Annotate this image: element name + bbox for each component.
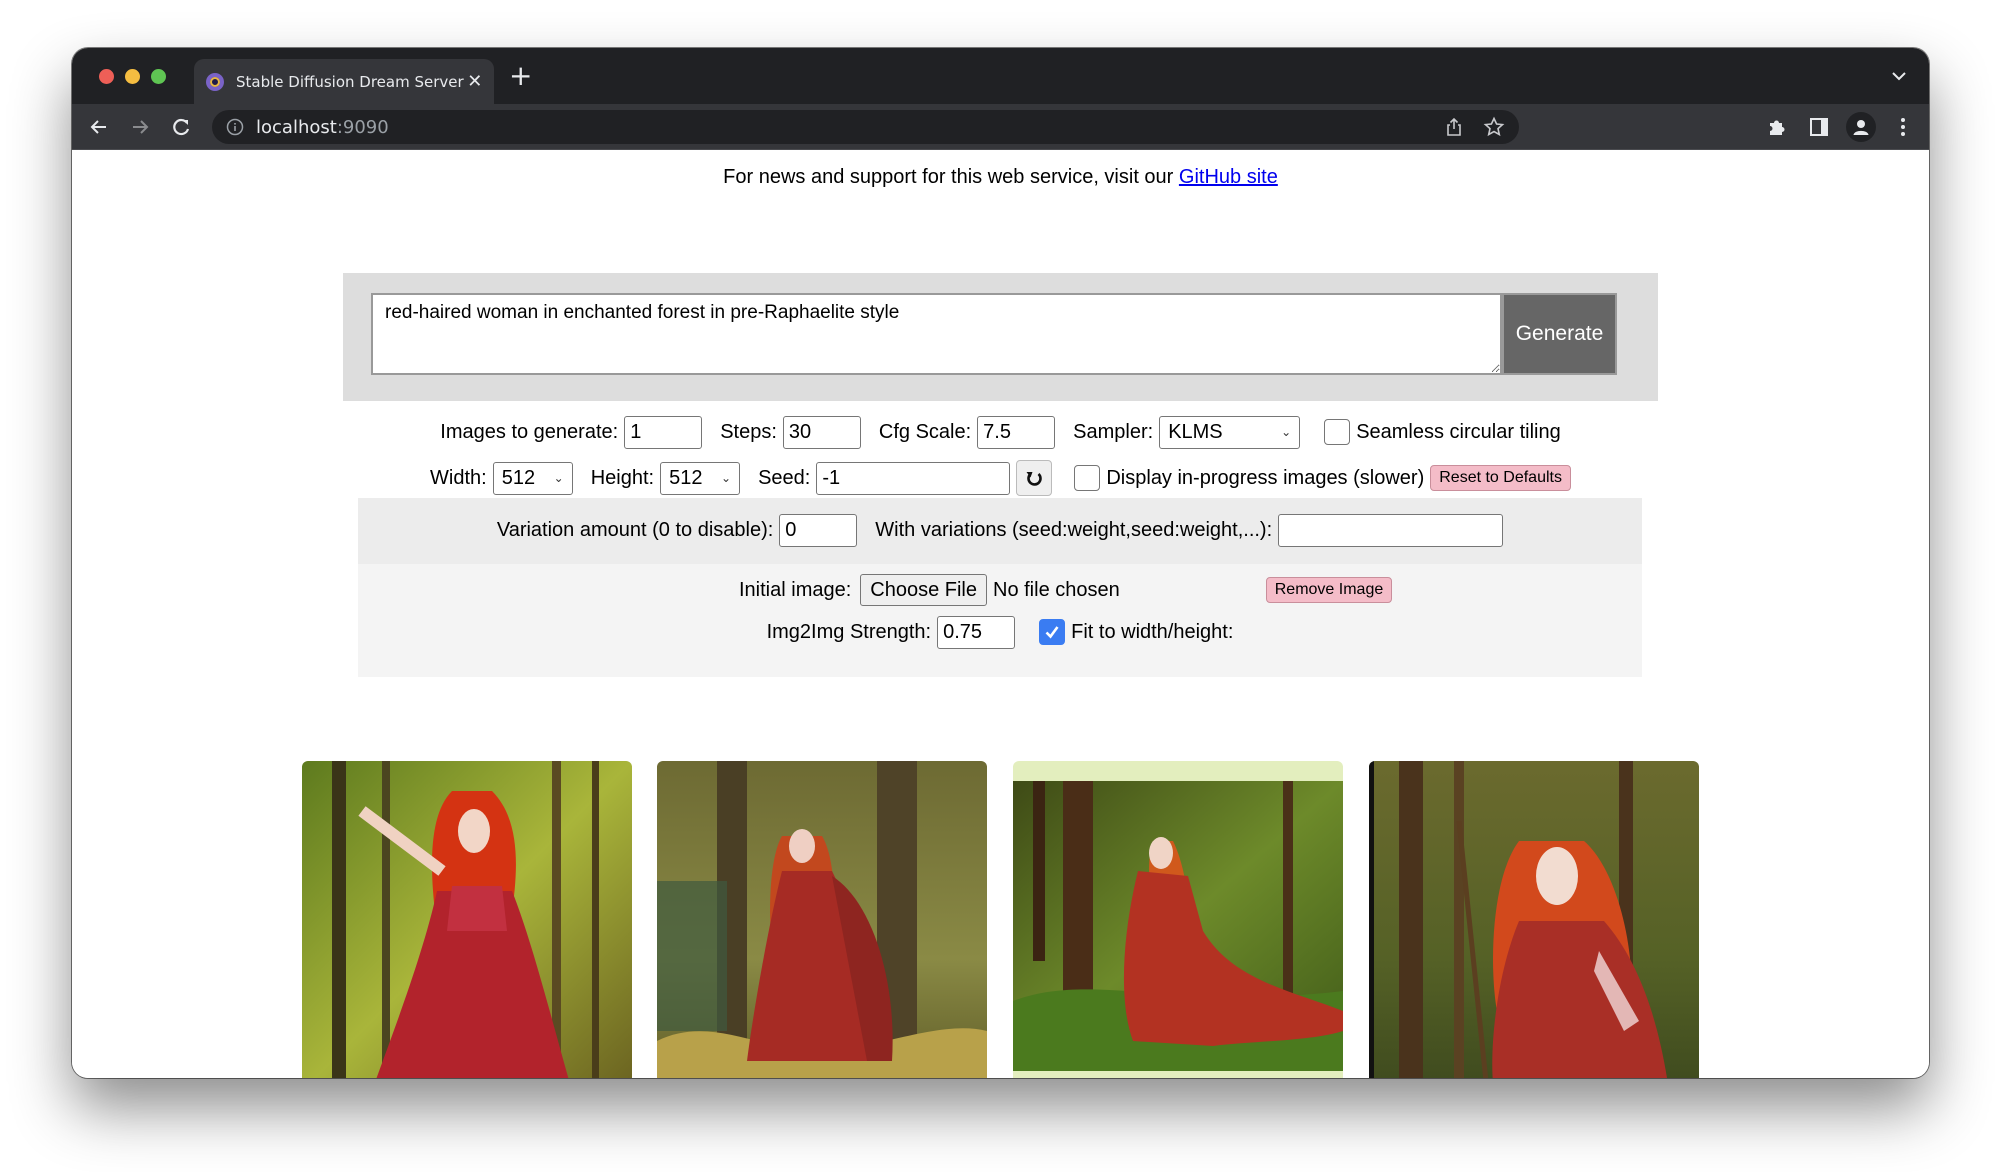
height-label: Height:: [590, 466, 655, 489]
generate-button[interactable]: Generate: [1502, 293, 1617, 375]
reset-seed-button[interactable]: [1016, 460, 1053, 496]
progress-images-label: Display in-progress images (slower): [1106, 466, 1425, 489]
result-item: 1880450218: [1369, 761, 1699, 1078]
generated-image[interactable]: [302, 761, 632, 1078]
cfg-scale-label: Cfg Scale:: [878, 420, 972, 443]
img2img-strength-label: Img2Img Strength:: [766, 620, 932, 643]
tab-bar: Stable Diffusion Dream Server ✕ +: [72, 48, 1929, 104]
profile-button[interactable]: [1846, 112, 1876, 142]
reload-icon: [173, 118, 190, 136]
page-content: For news and support for this web servic…: [72, 150, 1929, 1078]
chevron-down-icon: ⌄: [553, 471, 564, 485]
file-status-text: No file chosen: [993, 578, 1120, 601]
variation-amount-label: Variation amount (0 to disable):: [496, 518, 774, 541]
height-select[interactable]: 512 ⌄: [660, 461, 741, 495]
support-notice: For news and support for this web servic…: [723, 166, 1278, 188]
progress-images-checkbox[interactable]: [1074, 465, 1101, 491]
chevron-down-icon: ⌄: [1281, 425, 1292, 439]
star-icon: [1483, 116, 1505, 137]
tab-close-icon[interactable]: ✕: [464, 71, 486, 92]
images-input[interactable]: [624, 415, 703, 449]
maximize-window-button[interactable]: [151, 69, 166, 84]
extensions-button[interactable]: [1762, 112, 1792, 142]
result-item: 1867168583: [302, 761, 632, 1078]
kebab-menu-icon: [1901, 118, 1905, 136]
settings-row-2: Width: 512 ⌄ Height: 512 ⌄ Seed: Display…: [72, 460, 1929, 496]
steps-label: Steps:: [720, 420, 777, 443]
width-select[interactable]: 512 ⌄: [492, 461, 573, 495]
back-button[interactable]: [84, 112, 114, 142]
share-button[interactable]: [1441, 114, 1467, 140]
browser-tab[interactable]: Stable Diffusion Dream Server ✕: [194, 59, 494, 104]
sampler-select[interactable]: KLMS ⌄: [1159, 415, 1301, 449]
variation-amount-input[interactable]: [779, 513, 858, 547]
steps-input[interactable]: [782, 415, 861, 449]
sampler-label: Sampler:: [1073, 420, 1154, 443]
result-item: 2602409438: [657, 761, 987, 1078]
browser-window: Stable Diffusion Dream Server ✕ + localh…: [72, 48, 1929, 1078]
reload-button[interactable]: [166, 112, 196, 142]
favicon-icon: [206, 72, 224, 91]
seed-label: Seed:: [758, 466, 811, 489]
close-window-button[interactable]: [99, 69, 114, 84]
images-label: Images to generate:: [440, 420, 619, 443]
generated-image[interactable]: [657, 761, 987, 1078]
reset-defaults-button[interactable]: Reset to Defaults: [1430, 465, 1571, 491]
info-icon[interactable]: [226, 118, 244, 136]
with-variations-input[interactable]: [1278, 513, 1504, 547]
remove-image-button[interactable]: Remove Image: [1265, 577, 1393, 603]
puzzle-icon: [1770, 120, 1785, 135]
generated-image[interactable]: [1013, 761, 1343, 1078]
browser-toolbar: localhost:9090: [72, 104, 1929, 150]
arrow-left-icon: [90, 120, 106, 134]
generated-image[interactable]: [1369, 761, 1699, 1078]
github-link[interactable]: GitHub site: [1179, 166, 1278, 188]
tab-search-chevron-down-icon[interactable]: [1889, 66, 1909, 86]
initial-image-panel: Initial image: Choose File No file chose…: [358, 564, 1642, 677]
forward-button[interactable]: [125, 112, 155, 142]
checkmark-icon: [1045, 626, 1059, 639]
result-item: 1674899496: [1013, 761, 1343, 1078]
tab-title: Stable Diffusion Dream Server: [236, 72, 464, 91]
img2img-strength-input[interactable]: [937, 615, 1016, 649]
cfg-scale-input[interactable]: [977, 415, 1056, 449]
url-text[interactable]: localhost:9090: [256, 117, 389, 138]
seamless-checkbox[interactable]: [1324, 419, 1351, 445]
fit-to-size-checkbox[interactable]: [1039, 619, 1066, 645]
bookmark-button[interactable]: [1481, 114, 1507, 140]
with-variations-label: With variations (seed:weight,seed:weight…: [875, 518, 1273, 541]
fit-to-size-label: Fit to width/height:: [1071, 620, 1234, 643]
variation-panel: Variation amount (0 to disable): With va…: [358, 498, 1642, 564]
refresh-icon: [1026, 472, 1043, 486]
share-icon: [1447, 117, 1461, 136]
person-icon: [1853, 120, 1869, 135]
initial-image-label: Initial image:: [739, 578, 852, 601]
side-panel-icon: [1810, 118, 1828, 136]
address-bar[interactable]: localhost:9090: [212, 110, 1519, 144]
width-label: Width:: [430, 466, 487, 489]
chevron-down-icon: ⌄: [721, 471, 732, 485]
settings-row-1: Images to generate: Steps: Cfg Scale: Sa…: [72, 414, 1929, 450]
seamless-label: Seamless circular tiling: [1356, 420, 1561, 443]
prompt-panel: Generate: [343, 273, 1658, 401]
choose-file-button[interactable]: Choose File: [860, 574, 987, 606]
browser-menu-button[interactable]: [1888, 112, 1918, 142]
new-tab-button[interactable]: +: [509, 62, 532, 90]
seed-input[interactable]: [816, 461, 1011, 495]
side-panel-button[interactable]: [1804, 112, 1834, 142]
minimize-window-button[interactable]: [125, 69, 140, 84]
arrow-right-icon: [133, 120, 149, 134]
prompt-input[interactable]: [371, 293, 1502, 375]
